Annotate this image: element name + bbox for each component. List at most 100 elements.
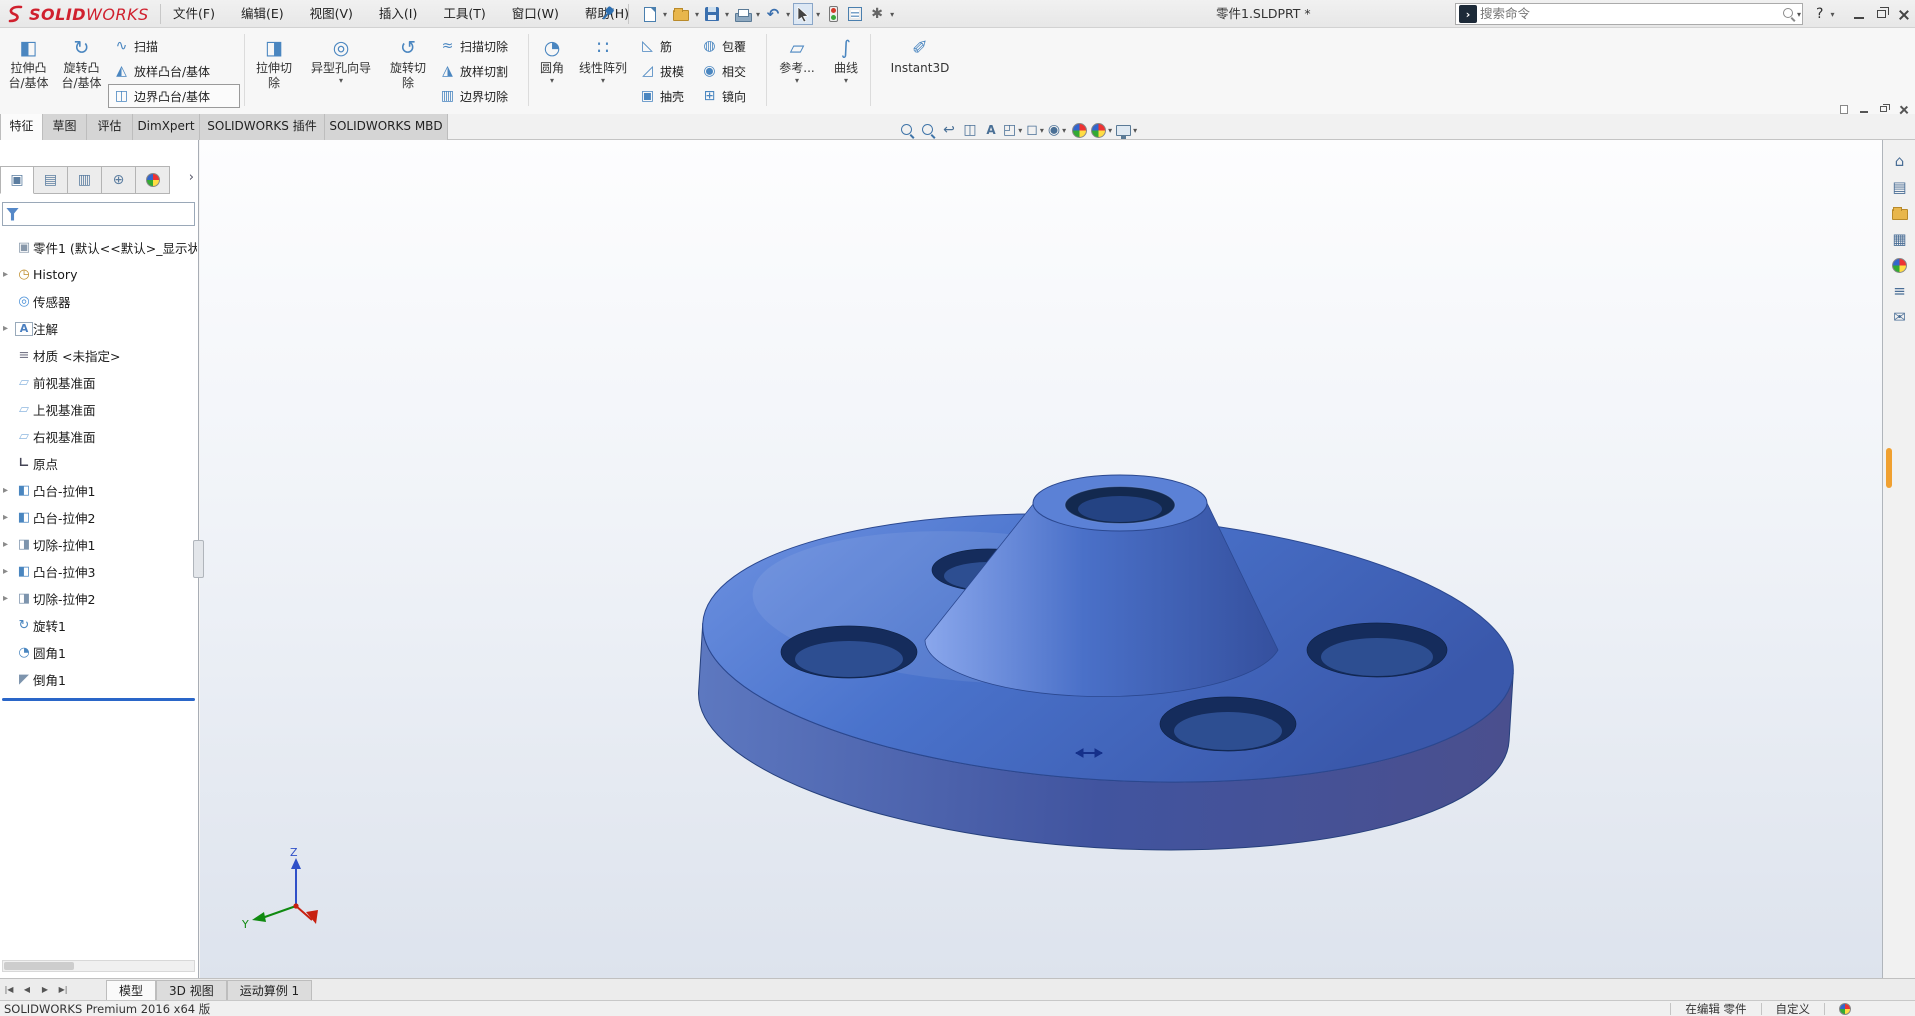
tree-item-sensors[interactable]: ◎传感器 [0, 288, 197, 315]
tree-item-cut-extrude2[interactable]: ▸◨切除-拉伸2 [0, 585, 197, 612]
apply-scene-button[interactable]: ▾ [1091, 120, 1113, 140]
lofted-cut-button[interactable]: ◮放样切割 [434, 59, 524, 83]
design-library-button[interactable]: ▤ [1883, 174, 1915, 200]
menu-tools[interactable]: 工具(T) [430, 0, 498, 28]
hide-show-items-button[interactable]: ◉▾ [1048, 120, 1067, 140]
view-settings-button[interactable]: ▾ [1116, 120, 1138, 140]
tab-dimxpert-manager[interactable]: ⊕ [102, 166, 136, 194]
panel-splitter-handle[interactable] [193, 540, 204, 578]
tree-item-boss-extrude1[interactable]: ▸◧凸台-拉伸1 [0, 477, 197, 504]
tree-item-annotations[interactable]: ▸A注解 [0, 315, 197, 342]
tab-solidworks-mbd[interactable]: SOLIDWORKS MBD [325, 114, 448, 140]
scrollbar-thumb[interactable] [4, 962, 74, 970]
instant3d-button[interactable]: ✐ Instant3D [876, 30, 964, 110]
last-tab-button[interactable]: ▶| [54, 979, 72, 1000]
annotation-views-button[interactable]: A [982, 120, 1000, 140]
tree-item-revolve1[interactable]: ↻旋转1 [0, 612, 197, 639]
open-dropdown[interactable]: ▾ [694, 10, 700, 19]
tree-item-history[interactable]: ▸◷History [0, 261, 197, 288]
minimize-button[interactable] [1848, 0, 1870, 28]
menu-file[interactable]: 文件(F) [160, 0, 228, 28]
curves-button[interactable]: ∫ 曲线 ▾ [824, 30, 868, 110]
menu-view[interactable]: 视图(V) [297, 0, 366, 28]
custom-properties-button[interactable]: ≡ [1883, 278, 1915, 304]
search-input[interactable] [1480, 7, 1782, 21]
edit-appearance-button[interactable] [1070, 120, 1088, 140]
expand-arrow-icon[interactable]: ▸ [3, 485, 15, 496]
undo-button[interactable]: ↶ [763, 3, 783, 25]
select-button[interactable] [793, 3, 813, 25]
tab-property-manager[interactable]: ▤ [34, 166, 68, 194]
new-dropdown[interactable]: ▾ [662, 10, 668, 19]
previous-view-button[interactable]: ↩ [940, 120, 958, 140]
hole-wizard-button[interactable]: ◎ 异型孔向导 ▾ [300, 30, 382, 110]
linear-pattern-dropdown[interactable]: ▾ [600, 76, 606, 85]
document-close-button[interactable] [1894, 101, 1913, 117]
extruded-cut-button[interactable]: ◨ 拉伸切 除 [248, 30, 300, 110]
tree-horizontal-scrollbar[interactable] [2, 960, 195, 972]
file-explorer-button[interactable] [1883, 200, 1915, 226]
rollback-bar[interactable] [2, 698, 195, 701]
display-style-button[interactable]: ◻▾ [1026, 120, 1045, 140]
tab-display-manager[interactable] [136, 166, 170, 194]
tab-sketch[interactable]: 草图 [43, 114, 87, 140]
view-settings-dropdown[interactable]: ▾ [1132, 126, 1138, 135]
menu-window[interactable]: 窗口(W) [499, 0, 572, 28]
reference-geometry-button[interactable]: ▱ 参考... ▾ [770, 30, 824, 110]
tab-features[interactable]: 特征 [0, 114, 43, 140]
expand-arrow-icon[interactable]: ▸ [3, 269, 15, 280]
tree-item-right-plane[interactable]: ▱右视基准面 [0, 423, 197, 450]
customize-menu[interactable]: 自定义 [1776, 1001, 1811, 1016]
intersect-button[interactable]: ◉相交 [696, 59, 760, 83]
previous-tab-button[interactable]: ◀ [18, 979, 36, 1000]
mirror-button[interactable]: ⊞镜向 [696, 84, 760, 108]
tree-item-chamfer1[interactable]: ◤倒角1 [0, 666, 197, 693]
select-dropdown[interactable]: ▾ [815, 10, 821, 19]
open-button[interactable] [670, 3, 692, 25]
tree-item-boss-extrude3[interactable]: ▸◧凸台-拉伸3 [0, 558, 197, 585]
search-type-icon[interactable]: › [1459, 5, 1477, 23]
swept-cut-button[interactable]: ≈扫描切除 [434, 34, 524, 58]
tab-configuration-manager[interactable]: ▥ [68, 166, 102, 194]
rib-button[interactable]: ◺筋 [634, 34, 696, 58]
view-palette-button[interactable]: ▦ [1883, 226, 1915, 252]
3d-model-canvas[interactable]: Z Y [200, 140, 1882, 978]
hide-show-dropdown[interactable]: ▾ [1061, 126, 1067, 135]
view-orientation-dropdown[interactable]: ▾ [1017, 126, 1023, 135]
menu-pin-button[interactable] [600, 6, 614, 23]
tab-feature-manager[interactable]: ▣ [0, 166, 34, 194]
flange-part[interactable] [691, 475, 1522, 872]
tab-dimxpert[interactable]: DimXpert [133, 114, 200, 140]
zoom-area-button[interactable] [919, 120, 937, 140]
options-list-button[interactable] [845, 3, 865, 25]
fillet-dropdown[interactable]: ▾ [549, 76, 555, 85]
tab-model[interactable]: 模型 [106, 980, 156, 1000]
help-button[interactable]: ? [1812, 6, 1827, 22]
save-button[interactable] [702, 3, 722, 25]
tab-motion-study[interactable]: 运动算例 1 [227, 980, 312, 1000]
panel-expand-chevron[interactable]: › [189, 170, 194, 185]
settings-button[interactable]: ✱ [867, 3, 887, 25]
tree-item-origin[interactable]: ∟原点 [0, 450, 197, 477]
tab-3d-views[interactable]: 3D 视图 [156, 980, 227, 1000]
swept-boss-button[interactable]: ∿扫描 [108, 34, 240, 58]
first-tab-button[interactable]: |◀ [0, 979, 18, 1000]
revolved-cut-button[interactable]: ↺ 旋转切 除 [382, 30, 434, 110]
document-minimize-button[interactable] [1854, 101, 1873, 117]
menu-insert[interactable]: 插入(I) [366, 0, 430, 28]
undo-dropdown[interactable]: ▾ [785, 10, 791, 19]
boundary-boss-button[interactable]: ◫边界凸台/基体 [108, 84, 240, 108]
tab-solidworks-addins[interactable]: SOLIDWORKS 插件 [200, 114, 325, 140]
tree-item-top-plane[interactable]: ▱上视基准面 [0, 396, 197, 423]
wrap-button[interactable]: ◍包覆 [696, 34, 760, 58]
next-tab-button[interactable]: ▶ [36, 979, 54, 1000]
expand-arrow-icon[interactable]: ▸ [3, 512, 15, 523]
search-icon[interactable] [1782, 7, 1796, 21]
zoom-fit-button[interactable] [898, 120, 916, 140]
tree-item-boss-extrude2[interactable]: ▸◧凸台-拉伸2 [0, 504, 197, 531]
menu-edit[interactable]: 编辑(E) [228, 0, 297, 28]
settings-dropdown[interactable]: ▾ [889, 10, 895, 19]
tree-item-material[interactable]: ≡材质 <未指定> [0, 342, 197, 369]
solidworks-forum-button[interactable]: ✉ [1883, 304, 1915, 330]
view-orientation-button[interactable]: ◰▾ [1003, 120, 1023, 140]
